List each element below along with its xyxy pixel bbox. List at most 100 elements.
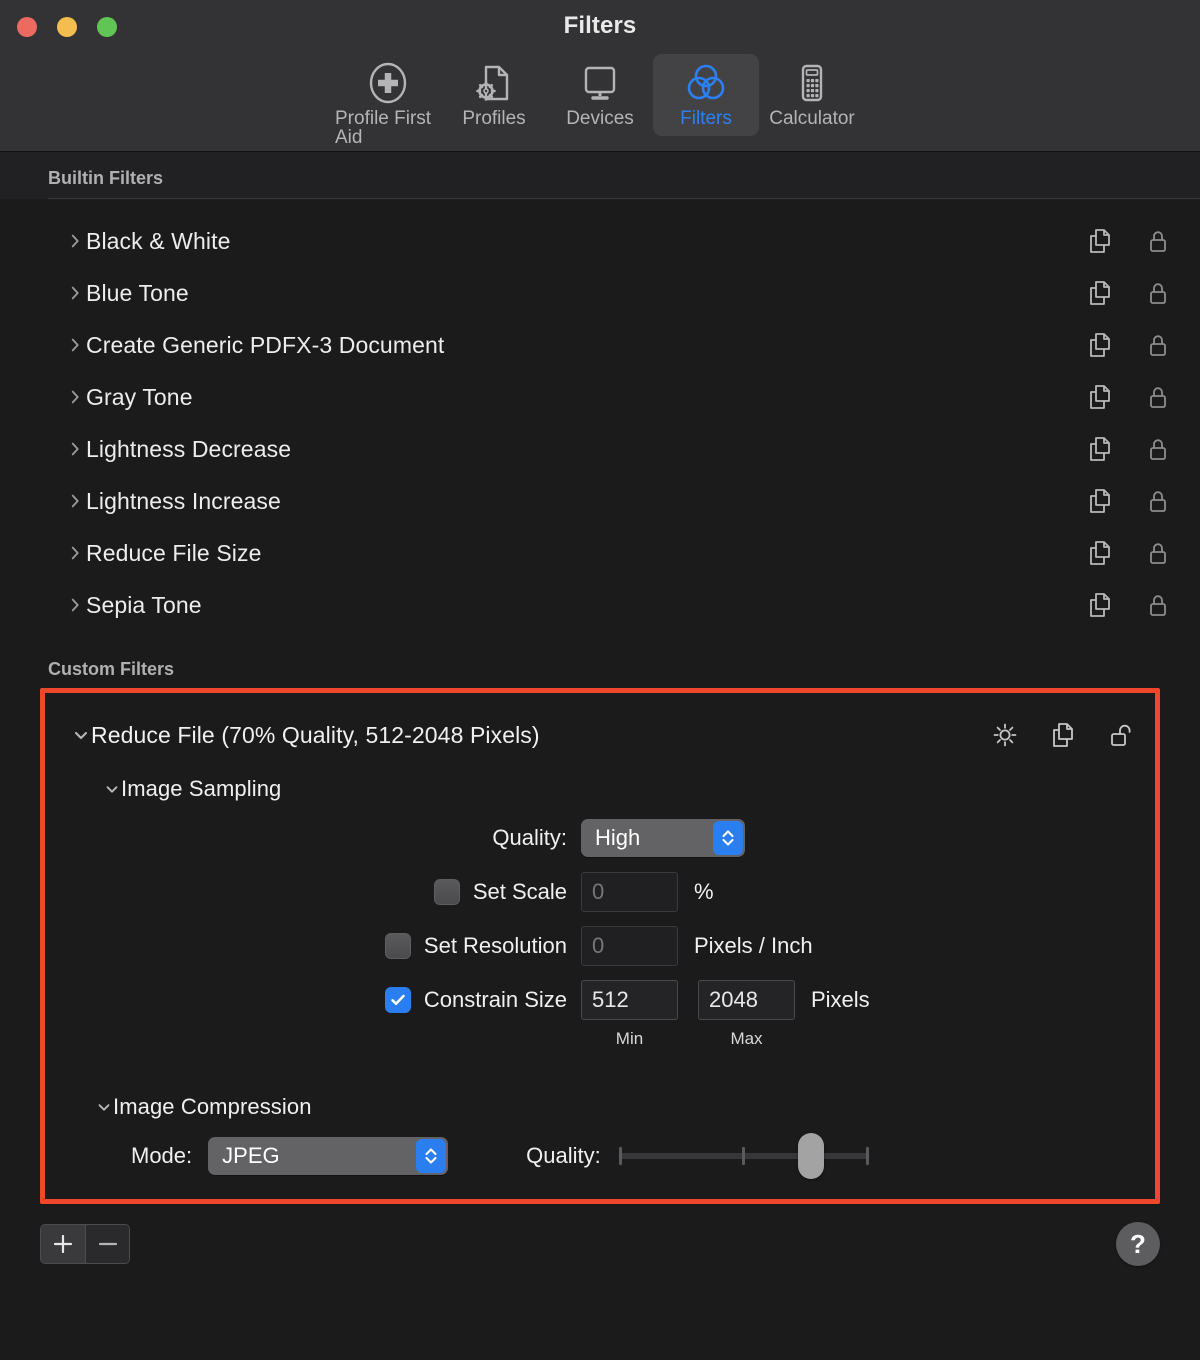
constrain-size-checkbox[interactable] [384,987,411,1013]
duplicate-icon[interactable] [1049,721,1077,749]
lock-icon [1144,331,1172,359]
gear-icon[interactable] [991,721,1019,749]
builtin-filter-row[interactable]: Sepia Tone [0,579,1200,631]
chevron-right-icon[interactable] [66,232,86,250]
builtin-filter-row-actions [1086,435,1172,463]
min-caption: Min [615,1029,644,1048]
minus-icon [98,1242,117,1246]
duplicate-icon[interactable] [1086,383,1114,411]
constrain-size-row: Constrain Size 512 2048 Pixels [45,973,1155,1027]
chevron-right-icon[interactable] [66,440,86,458]
image-sampling-title: Image Sampling [121,776,282,801]
set-scale-unit: % [694,879,714,904]
toolbar-item-label: Profile First Aid [335,108,432,148]
sampling-quality-value: High [595,825,641,850]
builtin-filter-row-actions [1086,279,1172,307]
unlock-icon[interactable] [1107,721,1135,749]
constrain-size-min-input[interactable]: 512 [581,980,678,1020]
profiles-document-gear-icon [472,61,516,105]
set-resolution-checkbox[interactable] [384,933,411,959]
custom-filter-panel: Reduce File (70% Quality, 512-2048 Pixel… [40,688,1160,1204]
chevron-right-icon[interactable] [66,544,86,562]
duplicate-icon[interactable] [1086,331,1114,359]
duplicate-icon[interactable] [1086,591,1114,619]
chevron-down-icon[interactable] [71,725,91,745]
set-resolution-checkbox-group[interactable]: Set Resolution [71,933,581,959]
chevron-right-icon[interactable] [66,596,86,614]
chevron-down-icon[interactable] [103,780,121,798]
chevron-right-icon[interactable] [66,388,86,406]
sampling-quality-select[interactable]: High [581,819,745,857]
image-compression-title: Image Compression [113,1094,312,1119]
lock-icon [1144,383,1172,411]
builtin-filter-row[interactable]: Lightness Decrease [0,423,1200,475]
plus-icon [53,1234,73,1254]
builtin-filter-row[interactable]: Gray Tone [0,371,1200,423]
set-resolution-row: Set Resolution 0 Pixels / Inch [45,919,1155,973]
builtin-filter-name: Gray Tone [86,383,193,410]
max-caption: Max [730,1029,763,1048]
duplicate-icon[interactable] [1086,435,1114,463]
lock-icon [1144,227,1172,255]
slider-tick [865,1147,869,1165]
lock-icon [1144,539,1172,567]
set-scale-checkbox-group[interactable]: Set Scale [71,879,581,905]
duplicate-icon[interactable] [1086,227,1114,255]
compression-quality-slider[interactable] [618,1133,869,1179]
builtin-filter-row[interactable]: Create Generic PDFX-3 Document [0,319,1200,371]
set-resolution-input[interactable]: 0 [581,926,678,966]
builtin-filter-name: Lightness Decrease [86,435,292,462]
help-button[interactable]: ? [1116,1222,1160,1266]
venn-circles-icon [684,61,728,105]
builtin-filter-row[interactable]: Blue Tone [0,267,1200,319]
set-resolution-unit: Pixels / Inch [694,933,813,958]
duplicate-icon[interactable] [1086,539,1114,567]
constrain-size-unit: Pixels [811,987,870,1012]
quality-row: Quality: High [45,811,1155,865]
calculator-icon [790,61,834,105]
slider-thumb[interactable] [798,1133,825,1179]
lock-icon [1144,279,1172,307]
builtin-filter-name: Black & White [86,227,231,254]
compression-mode-row: Mode: JPEG Quality: [45,1129,1155,1183]
custom-filter-row[interactable]: Reduce File (70% Quality, 512-2048 Pixel… [45,707,1155,763]
builtin-filter-row-actions [1086,591,1172,619]
duplicate-icon[interactable] [1086,279,1114,307]
add-filter-button[interactable] [41,1225,85,1263]
chevron-down-icon[interactable] [95,1098,113,1116]
toolbar-item-profiles[interactable]: Profiles [441,54,547,136]
slider-tick [618,1147,622,1165]
constrain-size-checkbox-group[interactable]: Constrain Size [71,987,581,1013]
duplicate-icon[interactable] [1086,487,1114,515]
toolbar-item-label: Devices [566,108,634,129]
builtin-filter-row[interactable]: Reduce File Size [0,527,1200,579]
lock-icon [1144,591,1172,619]
mode-label: Mode: [131,1143,193,1168]
toolbar-item-filters[interactable]: Filters [653,54,759,136]
constrain-size-max-input[interactable]: 2048 [698,980,795,1020]
builtin-filters-header: Builtin Filters [0,152,1200,199]
builtin-filter-row[interactable]: Black & White [0,215,1200,267]
slider-tick [742,1147,746,1165]
chevron-right-icon[interactable] [66,492,86,510]
toolbar-item-profile-first-aid[interactable]: Profile First Aid [335,54,441,155]
builtin-filter-row[interactable]: Lightness Increase [0,475,1200,527]
toolbar-item-calculator[interactable]: Calculator [759,54,865,136]
builtin-filter-row-actions [1086,383,1172,411]
builtin-filter-row-actions [1086,227,1172,255]
builtin-filter-name: Create Generic PDFX-3 Document [86,331,445,358]
add-remove-segmented-control [40,1224,130,1264]
image-sampling-header[interactable]: Image Sampling [45,763,1155,811]
set-scale-input[interactable]: 0 [581,872,678,912]
compression-mode-select[interactable]: JPEG [208,1137,449,1175]
constrain-size-label: Constrain Size [423,987,567,1012]
image-compression-header[interactable]: Image Compression [45,1081,1155,1129]
constrain-size-captions: Min Max [45,1029,1155,1049]
set-resolution-label: Set Resolution [423,933,567,958]
toolbar-item-devices[interactable]: Devices [547,54,653,136]
set-scale-checkbox[interactable] [433,879,460,905]
custom-filter-row-actions [991,721,1135,749]
chevron-right-icon[interactable] [66,336,86,354]
chevron-right-icon[interactable] [66,284,86,302]
remove-filter-button[interactable] [85,1225,129,1263]
